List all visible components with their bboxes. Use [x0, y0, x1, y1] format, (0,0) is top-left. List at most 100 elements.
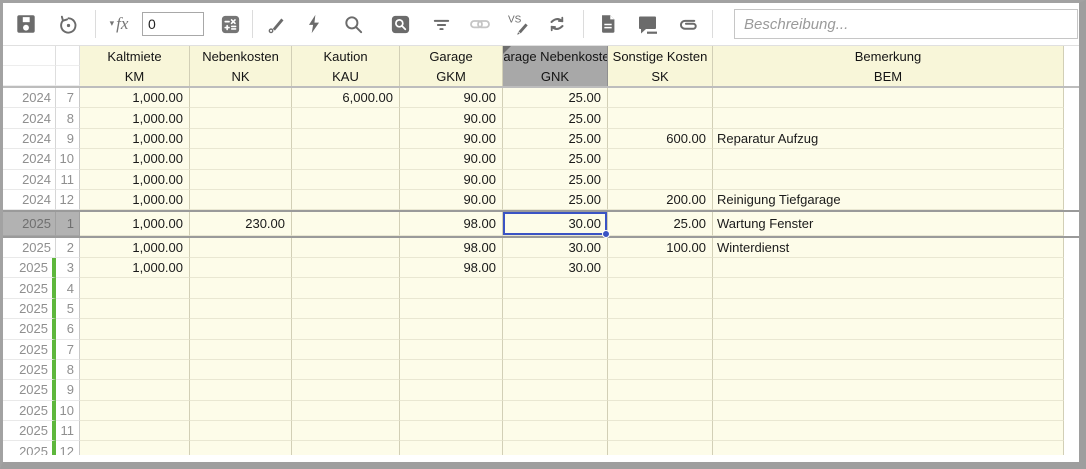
cell-bemerkung[interactable] — [713, 319, 1064, 339]
cell-garage-nebenkosten[interactable]: 25.00 — [503, 108, 608, 128]
cell-kaution[interactable] — [292, 421, 400, 441]
cell-kaltmiete[interactable]: 1,000.00 — [80, 108, 190, 128]
cell-sonstige-kosten[interactable] — [608, 108, 713, 128]
row-header-year[interactable]: 2025 — [3, 278, 56, 298]
row-header-year[interactable]: 2025 — [3, 238, 56, 258]
row-header-month[interactable]: 7 — [56, 340, 80, 360]
row-header-year[interactable]: 2025 — [3, 319, 56, 339]
cell-bemerkung[interactable]: Wartung Fenster — [713, 212, 1064, 235]
cell-nebenkosten[interactable] — [190, 278, 292, 298]
cell-kaution[interactable] — [292, 129, 400, 149]
cell-kaltmiete[interactable]: 1,000.00 — [80, 190, 190, 210]
row-header-year[interactable]: 2024 — [3, 170, 56, 190]
cell-sonstige-kosten[interactable] — [608, 278, 713, 298]
value-input[interactable] — [142, 12, 204, 36]
row-header-year[interactable]: 2024 — [3, 108, 56, 128]
cell-garage[interactable]: 90.00 — [400, 190, 503, 210]
row-header-month[interactable]: 8 — [56, 108, 80, 128]
cell-nebenkosten[interactable] — [190, 149, 292, 169]
cell-nebenkosten[interactable] — [190, 299, 292, 319]
column-header-garage-nebenkosten[interactable]: Garage Nebenkosten — [503, 46, 608, 66]
cell-sonstige-kosten[interactable] — [608, 360, 713, 380]
cell-kaltmiete[interactable]: 1,000.00 — [80, 88, 190, 108]
row-header-year[interactable]: 2025 — [3, 401, 56, 421]
formula-button[interactable]: ▾fx — [102, 11, 136, 37]
cell-bemerkung[interactable] — [713, 149, 1064, 169]
column-code-gkm[interactable]: GKM — [400, 66, 503, 86]
cell-nebenkosten[interactable] — [190, 421, 292, 441]
cell-garage-nebenkosten[interactable] — [503, 380, 608, 400]
cell-bemerkung[interactable] — [713, 340, 1064, 360]
document-button[interactable] — [595, 11, 621, 37]
row-header-year[interactable]: 2024 — [3, 190, 56, 210]
row-header-year[interactable]: 2024 — [3, 149, 56, 169]
attachment-button[interactable] — [674, 11, 700, 37]
cell-garage[interactable] — [400, 360, 503, 380]
cell-kaution[interactable] — [292, 380, 400, 400]
cell-garage[interactable] — [400, 299, 503, 319]
cell-garage[interactable]: 98.00 — [400, 258, 503, 278]
cell-bemerkung[interactable]: Reparatur Aufzug — [713, 129, 1064, 149]
cell-kaution[interactable] — [292, 278, 400, 298]
cell-nebenkosten[interactable] — [190, 88, 292, 108]
cell-bemerkung[interactable]: Winterdienst — [713, 238, 1064, 258]
row-header-month[interactable]: 6 — [56, 319, 80, 339]
cell-garage-nebenkosten[interactable] — [503, 340, 608, 360]
cell-garage-nebenkosten[interactable]: 25.00 — [503, 190, 608, 210]
cell-bemerkung[interactable]: Reinigung Tiefgarage — [713, 190, 1064, 210]
cell-kaltmiete[interactable] — [80, 421, 190, 441]
cell-garage[interactable]: 90.00 — [400, 149, 503, 169]
column-header-bemerkung[interactable]: Bemerkung — [713, 46, 1064, 66]
cell-sonstige-kosten[interactable] — [608, 380, 713, 400]
cell-kaution[interactable] — [292, 319, 400, 339]
row-header-year[interactable]: 2025 — [3, 340, 56, 360]
row-header-year[interactable]: 2025 — [3, 360, 56, 380]
cell-nebenkosten[interactable] — [190, 340, 292, 360]
cell-sonstige-kosten[interactable] — [608, 340, 713, 360]
cell-kaltmiete[interactable]: 1,000.00 — [80, 149, 190, 169]
cell-garage[interactable]: 90.00 — [400, 170, 503, 190]
cell-kaltmiete[interactable]: 1,000.00 — [80, 212, 190, 235]
cell-bemerkung[interactable] — [713, 421, 1064, 441]
row-header-month[interactable]: 9 — [56, 129, 80, 149]
cell-kaution[interactable] — [292, 258, 400, 278]
row-header-month[interactable]: 3 — [56, 258, 80, 278]
cell-sonstige-kosten[interactable] — [608, 441, 713, 455]
cell-kaution[interactable] — [292, 170, 400, 190]
row-header-month[interactable]: 8 — [56, 360, 80, 380]
cell-nebenkosten[interactable] — [190, 360, 292, 380]
cell-garage-nebenkosten[interactable]: 30.00 — [503, 258, 608, 278]
row-header-month[interactable]: 5 — [56, 299, 80, 319]
cell-sonstige-kosten[interactable] — [608, 401, 713, 421]
row-header-year[interactable]: 2025 — [3, 258, 56, 278]
row-header-month[interactable]: 4 — [56, 278, 80, 298]
cell-garage[interactable] — [400, 380, 503, 400]
cell-bemerkung[interactable] — [713, 278, 1064, 298]
cell-kaution[interactable] — [292, 190, 400, 210]
row-header-year[interactable]: 2025 — [3, 441, 56, 455]
cell-garage-nebenkosten[interactable]: 30.00 — [503, 212, 608, 235]
cell-sonstige-kosten[interactable] — [608, 149, 713, 169]
description-input[interactable] — [734, 9, 1078, 39]
cell-sonstige-kosten[interactable] — [608, 299, 713, 319]
cell-bemerkung[interactable] — [713, 360, 1064, 380]
row-header-month[interactable]: 1 — [56, 212, 80, 235]
row-header-month[interactable]: 2 — [56, 238, 80, 258]
cell-kaltmiete[interactable] — [80, 278, 190, 298]
cell-kaltmiete[interactable] — [80, 299, 190, 319]
cell-bemerkung[interactable] — [713, 401, 1064, 421]
row-header-month[interactable]: 11 — [56, 421, 80, 441]
cell-garage-nebenkosten[interactable]: 25.00 — [503, 88, 608, 108]
cell-sonstige-kosten[interactable]: 100.00 — [608, 238, 713, 258]
column-code-kau[interactable]: KAU — [292, 66, 400, 86]
cell-kaltmiete[interactable] — [80, 401, 190, 421]
row-header-year[interactable]: 2024 — [3, 88, 56, 108]
cell-bemerkung[interactable] — [713, 258, 1064, 278]
cell-nebenkosten[interactable] — [190, 190, 292, 210]
column-header-nebenkosten[interactable]: Nebenkosten — [190, 46, 292, 66]
cell-nebenkosten[interactable] — [190, 170, 292, 190]
cell-kaution[interactable] — [292, 299, 400, 319]
column-code-sk[interactable]: SK — [608, 66, 713, 86]
brush-button[interactable] — [263, 11, 289, 37]
cell-garage[interactable]: 90.00 — [400, 129, 503, 149]
